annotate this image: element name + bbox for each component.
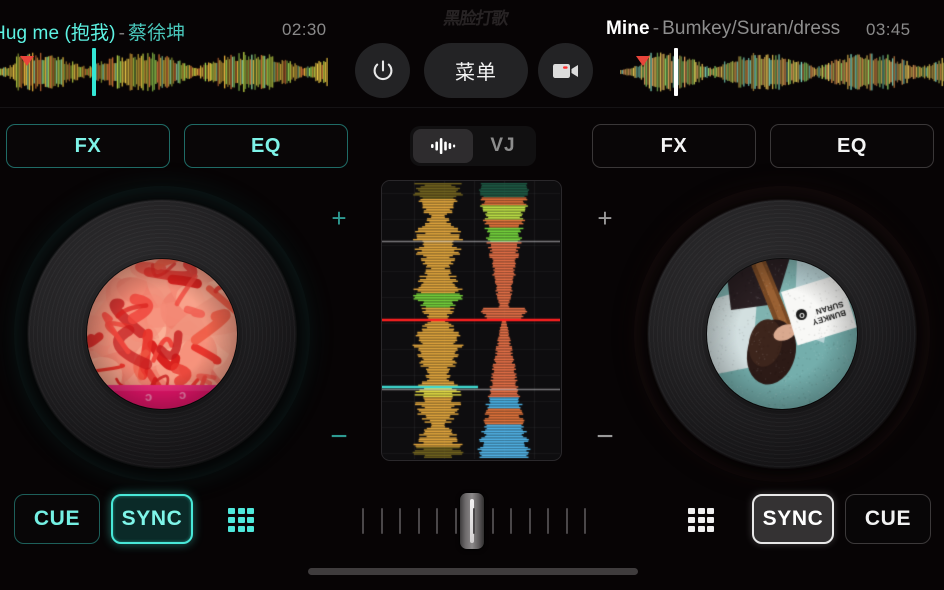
top-bar: Hug me (抱我) - 蔡徐坤 02:30 Mine - Bumkey/Suran/…: [0, 0, 944, 108]
grid-cell: [688, 508, 695, 515]
deck-a-playhead: [92, 48, 96, 96]
crossfader-tick: [380, 508, 383, 534]
grid-cell: [237, 508, 245, 515]
crossfader-tick: [473, 508, 475, 534]
deck-a-time: 02:30: [282, 20, 327, 39]
crossfader-tick: [362, 508, 364, 534]
deck-a-cue-button[interactable]: CUE: [14, 494, 100, 544]
grid-cell: [707, 525, 714, 532]
crossfader-tick: [436, 508, 438, 534]
crossfader-tick: [491, 508, 494, 534]
grid-cell: [247, 508, 254, 515]
waveform-icon: [431, 138, 456, 154]
view-mode-toggle: VJ: [410, 126, 536, 166]
dj-app-screen: Hug me (抱我) - 蔡徐坤 02:30 Mine - Bumkey/Suran/…: [0, 0, 944, 590]
deck-b-eq-button[interactable]: EQ: [770, 124, 934, 168]
center-waveform-panel[interactable]: [381, 180, 562, 461]
deck-a-mini-waveform[interactable]: [0, 50, 328, 94]
app-watermark-logo: 黑脸打歌: [442, 8, 510, 29]
crossfader-tick: [547, 508, 549, 534]
deck-b-pad-grid-button[interactable]: [688, 508, 714, 532]
tab-waveform-view[interactable]: [413, 129, 473, 163]
deck-a-sync-button[interactable]: SYNC: [111, 494, 193, 544]
grid-cell: [688, 516, 695, 524]
crossfader-tick: [565, 508, 568, 534]
deck-b-playhead: [674, 48, 678, 96]
deck-b-pitch-up-button[interactable]: +: [591, 205, 619, 231]
deck-b-mini-waveform[interactable]: [620, 50, 944, 94]
deck-a-track-artist: 蔡徐坤: [128, 23, 186, 44]
deck-b-separator: -: [652, 18, 660, 39]
tab-vj-view[interactable]: VJ: [473, 129, 533, 163]
grid-cell: [697, 525, 705, 532]
deck-b-cue-marker-icon: [636, 56, 650, 66]
home-indicator: [308, 568, 638, 575]
deck-a-cue-marker-icon: [20, 56, 34, 66]
grid-cell: [228, 508, 235, 515]
deck-b-time: 03:45: [866, 20, 911, 39]
deck-a-eq-button[interactable]: EQ: [184, 124, 348, 168]
grid-cell: [228, 516, 235, 524]
deck-b-track-line[interactable]: Mine - Bumkey/Suran/dress: [606, 18, 840, 40]
grid-cell: [707, 516, 714, 524]
crossfader-tick: [584, 508, 586, 534]
deck-b-sync-button[interactable]: SYNC: [752, 494, 834, 544]
crossfader[interactable]: [352, 493, 592, 549]
grid-cell: [697, 516, 705, 524]
deck-a-pad-grid-button[interactable]: [228, 508, 254, 532]
deck-a-fx-button[interactable]: FX: [6, 124, 170, 168]
deck-b-fx-button[interactable]: FX: [592, 124, 756, 168]
deck-a-track-line[interactable]: Hug me (抱我) - 蔡徐坤: [0, 18, 185, 45]
crossfader-tick: [510, 508, 512, 534]
deck-b-track-title: Mine: [606, 18, 650, 39]
deck-b-album-art: [707, 259, 857, 409]
grid-cell: [228, 525, 235, 532]
grid-cell: [237, 525, 245, 532]
deck-a-pitch-up-button[interactable]: +: [325, 205, 353, 231]
record-video-button[interactable]: [538, 43, 593, 98]
deck-a-album-art: [87, 259, 237, 409]
grid-cell: [247, 516, 254, 524]
deck-b-pitch-down-button[interactable]: −: [591, 422, 619, 452]
deck-a-separator: -: [118, 23, 125, 44]
crossfader-tick: [399, 508, 401, 534]
grid-cell: [707, 508, 714, 515]
crossfader-tick: [454, 508, 457, 534]
grid-cell: [237, 516, 245, 524]
deck-b-track-artist: Bumkey/Suran/dress: [662, 18, 841, 39]
crossfader-tick: [417, 508, 420, 534]
power-icon: [373, 59, 392, 80]
crossfader-handle[interactable]: [460, 493, 484, 549]
deck-a-effect-row: FX EQ: [6, 124, 352, 168]
grid-cell: [247, 525, 254, 532]
center-top-controls: 菜单: [352, 43, 593, 98]
grid-cell: [697, 508, 705, 515]
menu-button[interactable]: 菜单: [424, 43, 528, 98]
deck-b-effect-row: FX EQ: [592, 124, 938, 168]
deck-b-cue-button[interactable]: CUE: [845, 494, 931, 544]
deck-a-track-title: Hug me (抱我): [0, 23, 116, 44]
grid-cell: [688, 525, 695, 532]
video-camera-icon: [552, 63, 578, 78]
deck-b-turntable[interactable]: [648, 200, 916, 468]
crossfader-tick: [528, 508, 531, 534]
power-button[interactable]: [355, 43, 410, 98]
deck-a-header: Hug me (抱我) - 蔡徐坤: [0, 0, 340, 108]
deck-a-turntable[interactable]: [28, 200, 296, 468]
deck-a-pitch-down-button[interactable]: −: [325, 422, 353, 452]
header-divider: [0, 107, 944, 108]
